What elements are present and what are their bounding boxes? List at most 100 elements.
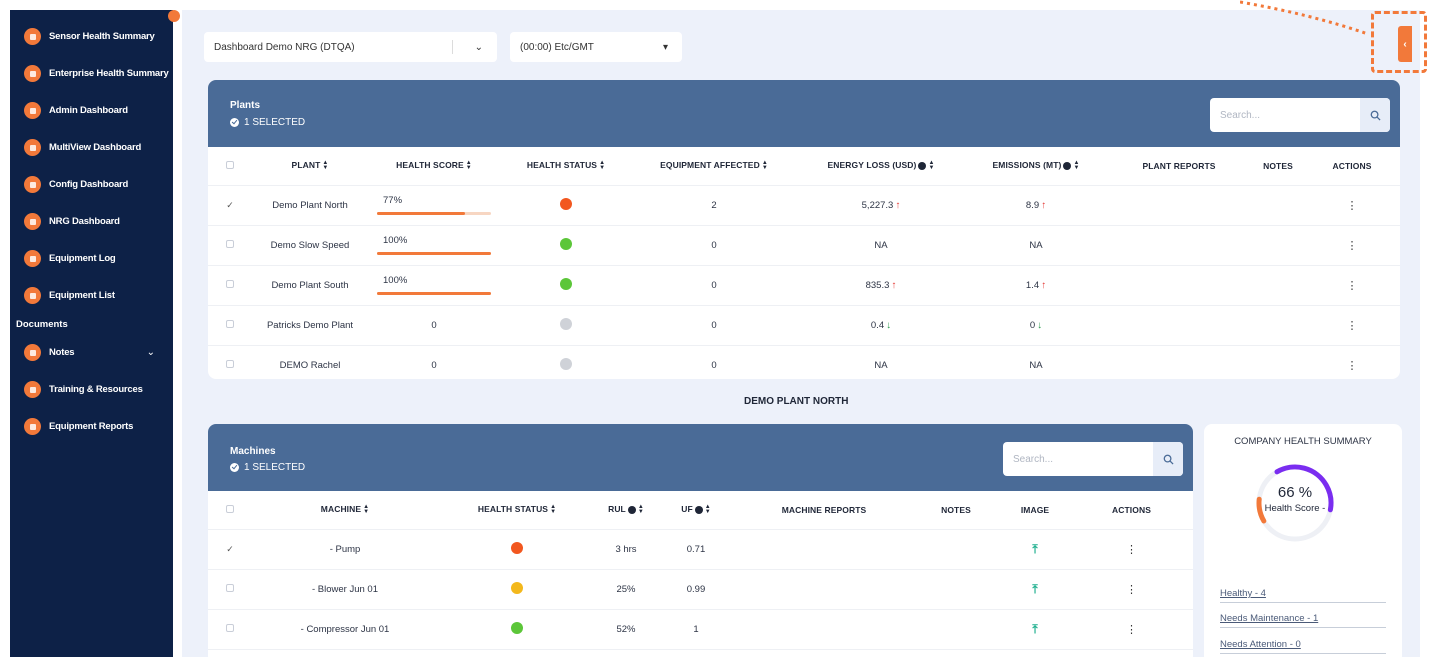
machine-reports-cell bbox=[736, 608, 912, 649]
sidebar-item-label: Sensor Health Summary bbox=[49, 31, 155, 42]
plants-search-input[interactable]: Search... bbox=[1210, 98, 1390, 132]
notes-icon bbox=[24, 344, 41, 361]
energy-loss: 5,227.3 ↑ bbox=[796, 184, 966, 225]
more-vertical-icon[interactable]: ⋮ bbox=[1347, 200, 1358, 212]
col-plant-reports: PLANT REPORTS bbox=[1142, 160, 1216, 171]
upload-icon[interactable]: ⤒ bbox=[1032, 542, 1037, 556]
row-checkbox[interactable] bbox=[208, 648, 252, 657]
table-row[interactable]: - Fan 87%0.73 ⤒⋮ bbox=[208, 648, 1193, 657]
plant-name[interactable]: Demo Slow Speed bbox=[252, 224, 368, 265]
machine-name[interactable]: - Compressor Jun 01 bbox=[252, 608, 438, 649]
table-row[interactable]: DEMO Rachel 0 0 NA NA ⋮ bbox=[208, 344, 1400, 379]
more-vertical-icon[interactable]: ⋮ bbox=[1126, 624, 1137, 636]
sidebar-item-7[interactable]: Equipment List bbox=[10, 277, 173, 314]
row-checkbox[interactable] bbox=[208, 264, 252, 305]
sidebar-item-1[interactable]: Enterprise Health Summary bbox=[10, 55, 173, 92]
col-rul[interactable]: RUL ▲ ▼ bbox=[596, 491, 656, 529]
sidebar-item-doc0[interactable]: Notes ⌄ bbox=[10, 334, 173, 371]
plant-name[interactable]: Patricks Demo Plant bbox=[252, 304, 368, 345]
summary-icon bbox=[24, 28, 41, 45]
row-checkbox[interactable]: ✓ bbox=[208, 528, 252, 569]
sidebar-item-4[interactable]: Config Dashboard bbox=[10, 166, 173, 203]
machine-name[interactable]: - Pump bbox=[252, 528, 438, 569]
actions-cell: ⋮ bbox=[1070, 648, 1193, 657]
table-row[interactable]: - Blower Jun 01 25% 0.99 ⤒ ⋮ bbox=[208, 568, 1193, 609]
collapse-panel-button[interactable]: ‹ bbox=[1398, 26, 1412, 62]
col-health-status[interactable]: HEALTH STATUS ▲ ▼ bbox=[500, 147, 632, 185]
col-equipment-affected[interactable]: EQUIPMENT AFFECTED ▲ ▼ bbox=[632, 147, 796, 185]
emissions: NA bbox=[966, 224, 1106, 265]
row-checkbox[interactable] bbox=[208, 304, 252, 345]
select-all-checkbox[interactable] bbox=[208, 491, 252, 529]
search-button[interactable] bbox=[1153, 442, 1183, 476]
needs-attention-link[interactable]: Needs Attention - 0 bbox=[1220, 639, 1301, 650]
sidebar-item-5[interactable]: NRG Dashboard bbox=[10, 203, 173, 240]
rul-value: 3 hrs bbox=[596, 528, 656, 569]
check-circle-icon bbox=[230, 118, 239, 127]
row-checkbox[interactable] bbox=[208, 608, 252, 649]
machines-header: Machines 1 SELECTED Search... bbox=[208, 424, 1193, 491]
row-checkbox[interactable]: ✓ bbox=[208, 184, 252, 225]
col-uf[interactable]: UF ▲ ▼ bbox=[656, 491, 736, 529]
rul-value: 52% bbox=[596, 608, 656, 649]
col-plant[interactable]: PLANT ▲ ▼ bbox=[252, 147, 368, 185]
health-score-fill bbox=[377, 252, 491, 255]
dashboard-select[interactable]: Dashboard Demo NRG (DTQA) ⌄ bbox=[204, 32, 497, 62]
row-checkbox[interactable] bbox=[208, 344, 252, 379]
more-vertical-icon[interactable]: ⋮ bbox=[1126, 584, 1137, 596]
row-checkbox[interactable] bbox=[208, 224, 252, 265]
col-energy-loss[interactable]: ENERGY LOSS (USD) ▲ ▼ bbox=[796, 147, 966, 185]
emissions: 1.4 ↑ bbox=[966, 264, 1106, 305]
equipment-affected: 0 bbox=[632, 264, 796, 305]
table-row[interactable]: Demo Plant South 100% 0 835.3 ↑ 1.4 ↑ ⋮ bbox=[208, 264, 1400, 305]
upload-icon[interactable]: ⤒ bbox=[1032, 622, 1037, 636]
row-checkbox[interactable] bbox=[208, 568, 252, 609]
needs-maintenance-link[interactable]: Needs Maintenance - 1 bbox=[1220, 613, 1318, 624]
upload-icon[interactable]: ⤒ bbox=[1032, 582, 1037, 596]
table-row[interactable]: ✓ - Pump 3 hrs 0.71 ⤒ ⋮ bbox=[208, 528, 1193, 569]
health-score-cell: 0 bbox=[368, 304, 500, 345]
table-row[interactable]: ✓ Demo Plant North 77% 2 5,227.3 ↑ 8.9 ↑ ⋮ bbox=[208, 184, 1400, 225]
machines-search-input[interactable]: Search... bbox=[1003, 442, 1183, 476]
sidebar-item-0[interactable]: Sensor Health Summary bbox=[10, 18, 173, 55]
machine-reports-cell bbox=[736, 528, 912, 569]
sidebar-item-2[interactable]: Admin Dashboard bbox=[10, 92, 173, 129]
col-machine[interactable]: MACHINE ▲ ▼ bbox=[252, 491, 438, 529]
image-cell: ⤒ bbox=[1000, 648, 1070, 657]
sidebar-item-3[interactable]: MultiView Dashboard bbox=[10, 129, 173, 166]
more-vertical-icon[interactable]: ⋮ bbox=[1126, 544, 1137, 556]
plant-name[interactable]: Demo Plant North bbox=[252, 184, 368, 225]
select-all-checkbox[interactable] bbox=[208, 147, 252, 185]
machines-header-row: MACHINE ▲ ▼ HEALTH STATUS ▲ ▼ RUL ▲ ▼ UF ▲ ▼ MAC… bbox=[208, 491, 1193, 529]
summary-title: COMPANY HEALTH SUMMARY bbox=[1234, 436, 1372, 447]
plant-reports-cell bbox=[1106, 224, 1252, 265]
energy-loss: NA bbox=[796, 224, 966, 265]
sidebar-item-doc2[interactable]: Equipment Reports bbox=[10, 408, 173, 445]
plant-name[interactable]: Demo Plant South bbox=[252, 264, 368, 305]
more-vertical-icon[interactable]: ⋮ bbox=[1347, 280, 1358, 292]
col-notes: NOTES bbox=[941, 504, 971, 515]
health-score-value: 0 bbox=[431, 319, 437, 331]
sidebar-item-doc1[interactable]: Training & Resources bbox=[10, 371, 173, 408]
table-row[interactable]: Demo Slow Speed 100% 0 NA NA ⋮ bbox=[208, 224, 1400, 265]
more-vertical-icon[interactable]: ⋮ bbox=[1347, 240, 1358, 252]
machines-card: Machines 1 SELECTED Search... MACHINE ▲ ▼ bbox=[208, 424, 1193, 657]
check-circle-icon bbox=[230, 463, 239, 472]
more-vertical-icon[interactable]: ⋮ bbox=[1347, 320, 1358, 332]
sidebar-item-6[interactable]: Equipment Log bbox=[10, 240, 173, 277]
timezone-select[interactable]: (00:00) Etc/GMT ▾ bbox=[510, 32, 682, 62]
col-health-status[interactable]: HEALTH STATUS ▲ ▼ bbox=[438, 491, 596, 529]
checkbox bbox=[226, 239, 234, 248]
machine-name[interactable]: - Fan bbox=[252, 648, 438, 657]
col-emissions[interactable]: EMISSIONS (MT) ▲ ▼ bbox=[966, 147, 1106, 185]
health-score-fill bbox=[377, 292, 491, 295]
more-vertical-icon[interactable]: ⋮ bbox=[1347, 360, 1358, 372]
table-row[interactable]: Patricks Demo Plant 0 0 0.4 ↓ 0 ↓ ⋮ bbox=[208, 304, 1400, 345]
machine-name[interactable]: - Blower Jun 01 bbox=[252, 568, 438, 609]
sort-icon: ▲ ▼ bbox=[1073, 160, 1080, 172]
table-row[interactable]: - Compressor Jun 01 52% 1 ⤒ ⋮ bbox=[208, 608, 1193, 649]
healthy-link[interactable]: Healthy - 4 bbox=[1220, 588, 1266, 599]
plant-name[interactable]: DEMO Rachel bbox=[252, 344, 368, 379]
col-health-score[interactable]: HEALTH SCORE ▲ ▼ bbox=[368, 147, 500, 185]
search-button[interactable] bbox=[1360, 98, 1390, 132]
